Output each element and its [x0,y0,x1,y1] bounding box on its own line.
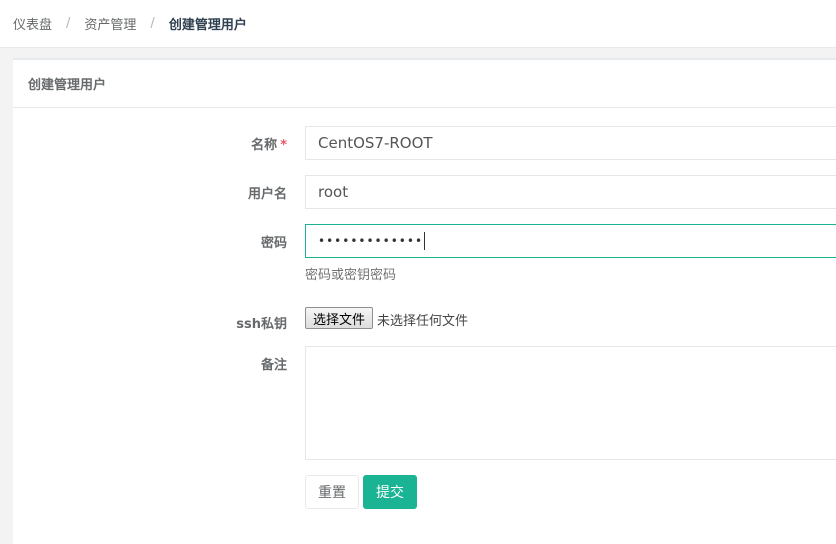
name-input[interactable]: CentOS7-ROOT [305,126,836,160]
comment-label: 备注 [260,358,287,373]
breadcrumb: 仪表盘 / 资产管理 / 创建管理用户 [0,0,836,48]
username-input[interactable]: root [305,175,836,209]
choose-file-button[interactable]: 选择文件 [305,307,374,329]
password-label: 密码 [260,236,287,251]
password-masked-value: ••••••••••••• [318,234,424,248]
password-help-text: 密码或密钥密码 [305,268,397,283]
ssh-key-label: ssh私钥 [236,317,287,332]
breadcrumb-current-page: 创建管理用户 [168,18,247,33]
submit-button[interactable]: 提交 [363,475,417,509]
reset-button[interactable]: 重置 [305,475,359,509]
breadcrumb-separator: / [150,16,155,31]
file-status-text: 未选择任何文件 [377,314,469,329]
form-panel: 创建管理用户 名称 * CentOS7-ROOT 用户名 root 密码 ••••… [13,58,836,544]
required-mark: * [280,138,287,153]
text-caret [424,232,426,250]
name-label: 名称 * [167,134,287,153]
panel-title: 创建管理用户 [13,60,836,108]
password-input[interactable]: ••••••••••••• [305,224,836,258]
breadcrumb-asset-management[interactable]: 资产管理 [84,14,136,33]
username-label: 用户名 [247,187,287,202]
name-label-text: 名称 [251,138,278,153]
comment-textarea[interactable] [305,346,836,460]
breadcrumb-dashboard[interactable]: 仪表盘 [13,14,52,33]
breadcrumb-separator: / [66,16,71,31]
